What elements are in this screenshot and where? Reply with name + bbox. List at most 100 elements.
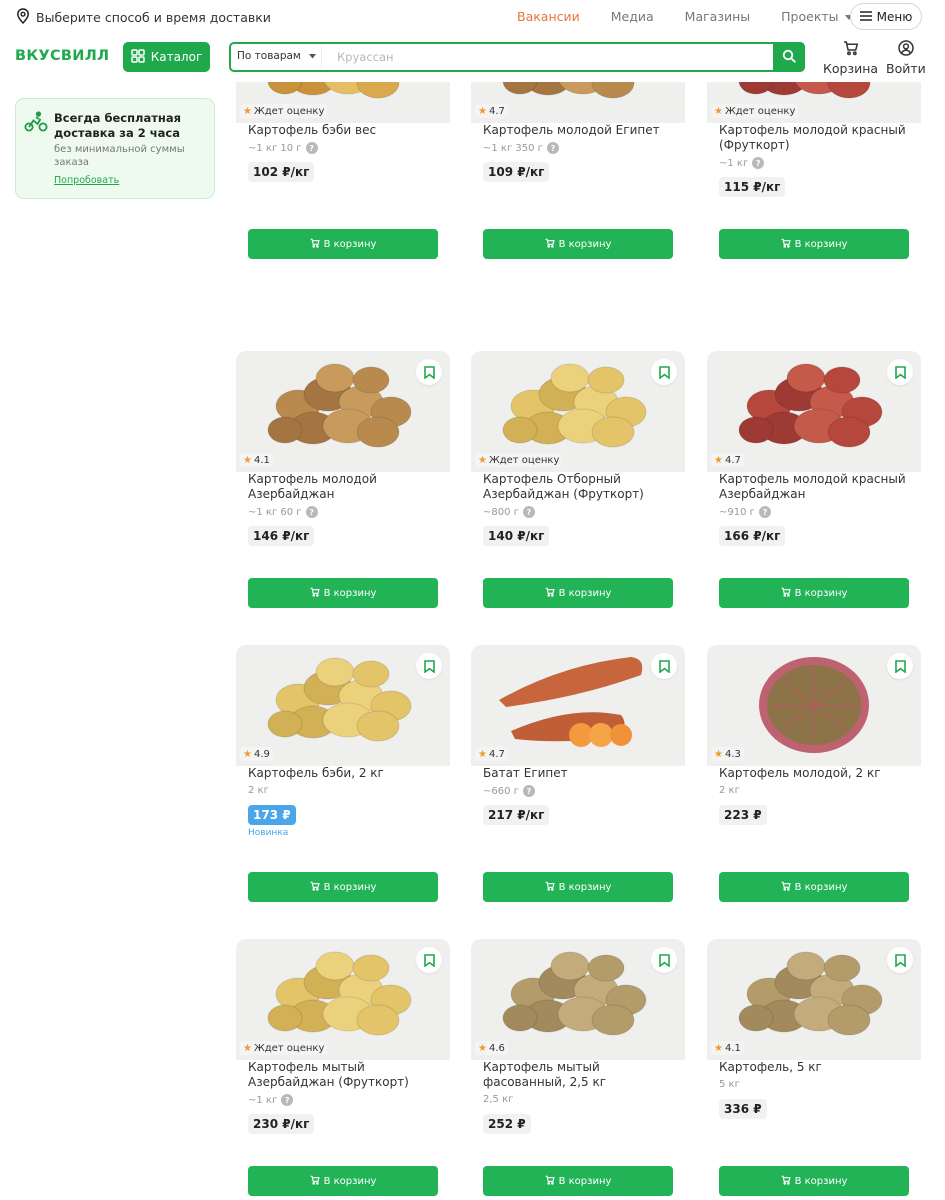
login-link[interactable]: Войти bbox=[886, 40, 926, 76]
search-type-label: По товарам bbox=[237, 50, 301, 62]
product-name[interactable]: Картофель Отборный Азербайджан (Фруткорт… bbox=[483, 472, 678, 502]
product-card[interactable]: ★ 4.6 Картофель мытый фасованный, 2,5 кг 2,… bbox=[463, 939, 685, 1200]
cart-link[interactable]: Корзина bbox=[823, 40, 878, 76]
bookmark-icon[interactable] bbox=[887, 947, 913, 973]
product-name[interactable]: Картофель мытый фасованный, 2,5 кг bbox=[483, 1060, 678, 1090]
add-to-cart-button[interactable]: В корзину bbox=[248, 872, 438, 902]
nav-projects-label: Проекты bbox=[781, 9, 839, 24]
help-icon[interactable]: ? bbox=[522, 785, 535, 797]
nav-link-vacancies[interactable]: Вакансии bbox=[517, 9, 580, 24]
product-name[interactable]: Батат Египет bbox=[483, 766, 678, 781]
menu-button[interactable]: Меню bbox=[850, 3, 922, 30]
top-bar: Выберите способ и время доставки Ваканси… bbox=[0, 0, 945, 33]
help-icon[interactable]: ? bbox=[281, 1094, 294, 1106]
cart-label: Корзина bbox=[823, 61, 879, 76]
product-price: 102 ₽/кг bbox=[248, 162, 315, 182]
help-icon[interactable]: ? bbox=[752, 157, 765, 169]
add-to-cart-button[interactable]: В корзину bbox=[248, 578, 438, 608]
product-name[interactable]: Картофель молодой красный (Фруткорт) bbox=[719, 123, 914, 153]
product-price: 252 ₽ bbox=[483, 1114, 531, 1134]
product-card[interactable]: ★ 4.9 Картофель бэби, 2 кг 2 кг 173 ₽ Новинка… bbox=[228, 645, 450, 910]
delivery-selector[interactable]: Выберите способ и время доставки bbox=[16, 8, 271, 27]
product-card[interactable]: ★ 4.7 Картофель молодой Египет ~1 кг 350 г?… bbox=[463, 82, 685, 267]
product-name[interactable]: Картофель молодой Азербайджан bbox=[248, 472, 443, 502]
product-name[interactable]: Картофель мытый Азербайджан (Фруткорт) bbox=[248, 1060, 443, 1090]
star-icon: ★ bbox=[478, 748, 487, 760]
add-to-cart-label: В корзину bbox=[323, 1175, 377, 1187]
rating-badge: ★ 4.9 bbox=[240, 747, 273, 761]
product-name[interactable]: Картофель молодой, 2 кг bbox=[719, 766, 914, 781]
product-weight: 5 кг bbox=[719, 1079, 740, 1090]
product-name[interactable]: Картофель бэби вес bbox=[248, 123, 443, 138]
add-to-cart-button[interactable]: В корзину bbox=[483, 1166, 673, 1196]
product-price: 223 ₽ bbox=[719, 805, 767, 825]
catalog-button[interactable]: Каталог bbox=[123, 42, 210, 72]
weight-value: 2 кг bbox=[719, 785, 740, 796]
search-button[interactable] bbox=[773, 42, 805, 72]
add-to-cart-label: В корзину bbox=[794, 587, 848, 599]
bookmark-icon[interactable] bbox=[651, 947, 677, 973]
weight-value: 5 кг bbox=[719, 1079, 740, 1090]
add-to-cart-button[interactable]: В корзину bbox=[248, 1166, 438, 1196]
product-weight: ~1 кг 10 г? bbox=[248, 142, 318, 154]
product-name[interactable]: Картофель молодой Египет bbox=[483, 123, 678, 138]
product-card[interactable]: ★ 4.3 Картофель молодой, 2 кг 2 кг 223 ₽ В ко… bbox=[699, 645, 921, 910]
add-to-cart-button[interactable]: В корзину bbox=[483, 229, 673, 259]
product-card[interactable]: ★ Ждет оценку Картофель мытый Азербайджан … bbox=[228, 939, 450, 1200]
add-to-cart-label: В корзину bbox=[323, 238, 377, 250]
rating-value: 4.1 bbox=[724, 1042, 741, 1054]
bookmark-icon[interactable] bbox=[887, 359, 913, 385]
help-icon[interactable]: ? bbox=[758, 506, 771, 518]
rating-badge: ★ 4.1 bbox=[240, 453, 273, 467]
star-icon: ★ bbox=[478, 454, 487, 466]
add-to-cart-button[interactable]: В корзину bbox=[483, 872, 673, 902]
product-card[interactable]: ★ Ждет оценку Картофель Отборный Азербайдж… bbox=[463, 351, 685, 616]
logo[interactable]: ВКУСВИЛЛ bbox=[15, 48, 109, 64]
product-name[interactable]: Картофель молодой красный Азербайджан bbox=[719, 472, 914, 502]
nav-link-stores[interactable]: Магазины bbox=[685, 9, 751, 24]
free-delivery-promo: Всегда бесплатная доставка за 2 часа без… bbox=[15, 98, 215, 199]
help-icon[interactable]: ? bbox=[522, 506, 535, 518]
bookmark-icon[interactable] bbox=[651, 653, 677, 679]
product-card[interactable]: ★ Ждет оценку Картофель молодой красный (Ф… bbox=[699, 82, 921, 267]
help-icon[interactable]: ? bbox=[305, 506, 318, 518]
search-input[interactable] bbox=[321, 46, 761, 68]
product-name[interactable]: Картофель бэби, 2 кг bbox=[248, 766, 443, 781]
login-label: Войти bbox=[886, 61, 926, 76]
add-to-cart-button[interactable]: В корзину bbox=[719, 872, 909, 902]
bookmark-icon[interactable] bbox=[651, 359, 677, 385]
product-weight: 2,5 кг bbox=[483, 1094, 513, 1105]
add-to-cart-button[interactable]: В корзину bbox=[719, 578, 909, 608]
bookmark-icon[interactable] bbox=[416, 947, 442, 973]
add-to-cart-label: В корзину bbox=[558, 238, 612, 250]
bookmark-icon[interactable] bbox=[887, 653, 913, 679]
product-card[interactable]: ★ 4.1 Картофель, 5 кг 5 кг 336 ₽ В корзину bbox=[699, 939, 921, 1200]
star-icon: ★ bbox=[243, 748, 252, 760]
delivery-label: Выберите способ и время доставки bbox=[36, 10, 271, 25]
add-to-cart-button[interactable]: В корзину bbox=[719, 1166, 909, 1196]
bookmark-icon[interactable] bbox=[416, 359, 442, 385]
product-card[interactable]: ★ 4.7 Картофель молодой красный Азербайджа… bbox=[699, 351, 921, 616]
help-icon[interactable]: ? bbox=[546, 142, 559, 154]
cart-icon bbox=[781, 881, 791, 894]
product-weight: ~800 г? bbox=[483, 506, 535, 518]
promo-try-link[interactable]: Попробовать bbox=[54, 175, 119, 186]
weight-value: ~1 кг bbox=[719, 157, 749, 169]
nav-link-media[interactable]: Медиа bbox=[611, 9, 654, 24]
product-price: 230 ₽/кг bbox=[248, 1114, 315, 1134]
product-card[interactable]: ★ 4.1 Картофель молодой Азербайджан ~1 кг 6… bbox=[228, 351, 450, 616]
add-to-cart-button[interactable]: В корзину bbox=[483, 578, 673, 608]
add-to-cart-button[interactable]: В корзину bbox=[719, 229, 909, 259]
cart-icon bbox=[781, 238, 791, 251]
product-name[interactable]: Картофель, 5 кг bbox=[719, 1060, 914, 1075]
search-bar: По товарам bbox=[229, 42, 805, 72]
help-icon[interactable]: ? bbox=[305, 142, 318, 154]
search-type-select[interactable]: По товарам bbox=[237, 50, 316, 62]
bookmark-icon[interactable] bbox=[416, 653, 442, 679]
product-card[interactable]: ★ 4.7 Батат Египет ~660 г? 217 ₽/кг В корзину bbox=[463, 645, 685, 910]
star-icon: ★ bbox=[714, 1042, 723, 1054]
product-card[interactable]: ★ Ждет оценку Картофель бэби вес ~1 кг 10 г… bbox=[228, 82, 450, 267]
add-to-cart-button[interactable]: В корзину bbox=[248, 229, 438, 259]
product-price: 146 ₽/кг bbox=[248, 526, 315, 546]
new-badge: Новинка bbox=[248, 828, 289, 838]
